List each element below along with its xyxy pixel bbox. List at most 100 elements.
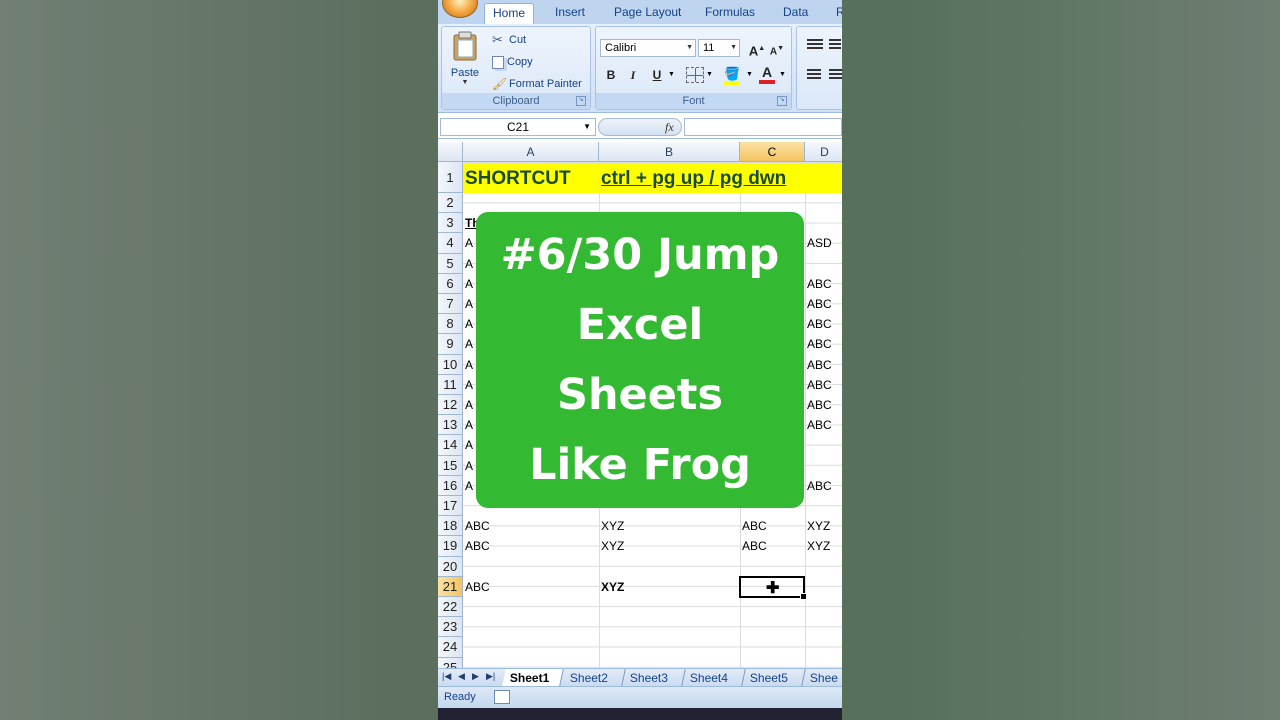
column-header-c[interactable]: C [740,142,805,162]
column-header-b[interactable]: B [599,142,740,162]
row-header-7[interactable]: 7 [438,294,463,315]
cell-a1[interactable]: SHORTCUT [465,163,571,193]
row-header-12[interactable]: 12 [438,395,463,416]
cell-d11[interactable]: ABC [805,375,832,395]
dialog-launcher-icon[interactable]: ↘ [777,96,787,106]
row-header-19[interactable]: 19 [438,536,463,557]
row-header-24[interactable]: 24 [438,637,463,658]
insert-function-icon[interactable]: fx [665,120,674,135]
row-header-21[interactable]: 21 [438,576,463,597]
name-box[interactable]: C21 ▼ [440,118,596,136]
cell-a5[interactable]: A [463,254,473,274]
row-header-25[interactable]: 25 [438,657,463,668]
row-header-5[interactable]: 5 [438,253,463,274]
align-middle-icon[interactable] [829,39,841,51]
fill-color-button[interactable]: 🪣 [724,65,744,85]
cell-a8[interactable]: A [463,314,473,334]
cell-a16[interactable]: A [463,476,473,496]
cell-b18[interactable]: XYZ [599,516,624,536]
row-header-16[interactable]: 16 [438,475,463,496]
shrink-font-button[interactable]: A▼ [766,38,788,59]
borders-button[interactable] [686,67,704,83]
cell-a18[interactable]: ABC [463,516,490,536]
cell-d7[interactable]: ABC [805,294,832,314]
cell-a14[interactable]: A [463,435,473,455]
first-sheet-icon[interactable]: |◀ [442,671,451,682]
cell-b21[interactable]: XYZ [599,577,624,597]
office-button-icon[interactable] [442,0,478,18]
align-center-icon[interactable] [829,69,842,81]
cell-d12[interactable]: ABC [805,395,832,415]
cell-a11[interactable]: A [463,375,473,395]
cell-d4[interactable]: ASD [805,233,832,253]
cell-d16[interactable]: ABC [805,476,832,496]
cell-a19[interactable]: ABC [463,536,490,556]
font-color-button[interactable]: A [758,64,776,84]
row-header-23[interactable]: 23 [438,617,463,638]
paste-button[interactable]: Paste ▼ [448,31,482,89]
row-header-9[interactable]: 9 [438,334,463,355]
cell-d18[interactable]: XYZ [805,516,830,536]
row-header-8[interactable]: 8 [438,314,463,335]
cell-d10[interactable]: ABC [805,355,832,375]
tab-insert[interactable]: Insert [547,3,593,24]
tab-data[interactable]: Data [775,3,816,24]
row-header-6[interactable]: 6 [438,273,463,294]
column-header-a[interactable]: A [463,142,599,162]
underline-button[interactable]: U [646,65,668,86]
tab-home[interactable]: Home [484,3,535,24]
sheet-tab-sheet4[interactable]: Sheet4 [682,669,746,686]
bold-button[interactable]: B [600,65,622,86]
row-header-10[interactable]: 10 [438,354,463,375]
cell-c18[interactable]: ABC [740,516,767,536]
row-header-14[interactable]: 14 [438,435,463,456]
cell-b19[interactable]: XYZ [599,536,624,556]
column-header-d[interactable]: D [805,142,842,162]
copy-button[interactable]: Copy [492,55,533,71]
row-header-1[interactable]: 1 [438,162,463,193]
cell-a6[interactable]: A [463,274,473,294]
sheet-tab-sheet2[interactable]: Sheet2 [562,669,626,686]
format-painter-button[interactable]: 🖌 Format Painter [492,77,582,93]
cell-a7[interactable]: A [463,294,473,314]
row-header-18[interactable]: 18 [438,516,463,537]
last-sheet-icon[interactable]: ▶| [486,671,495,682]
row-header-2[interactable]: 2 [438,193,463,214]
cell-a12[interactable]: A [463,395,473,415]
row-header-3[interactable]: 3 [438,213,463,234]
align-top-icon[interactable] [807,39,823,51]
cell-b1[interactable]: ctrl + pg up / pg dwn [601,163,786,193]
row-header-4[interactable]: 4 [438,233,463,254]
cell-a13[interactable]: A [463,415,473,435]
cell-a9[interactable]: A [463,334,473,354]
italic-button[interactable]: I [622,65,644,86]
row-header-11[interactable]: 11 [438,374,463,395]
cell-a15[interactable]: A [463,456,473,476]
select-all-corner[interactable] [438,142,463,162]
tab-review[interactable]: R [828,3,842,24]
tab-formulas[interactable]: Formulas [697,3,763,24]
tab-page-layout[interactable]: Page Layout [606,3,689,24]
prev-sheet-icon[interactable]: ◀ [458,671,465,682]
align-left-icon[interactable] [807,69,821,81]
cut-button[interactable]: ✂ Cut [492,33,526,49]
font-name-combo[interactable]: Calibri ▼ [600,39,696,57]
cell-d6[interactable]: ABC [805,274,832,294]
row-header-22[interactable]: 22 [438,597,463,618]
sheet-tab-sheet1[interactable]: Sheet1 [502,669,564,686]
macro-record-icon[interactable] [494,690,510,704]
row-header-17[interactable]: 17 [438,496,463,517]
row-header-13[interactable]: 13 [438,415,463,436]
grow-font-button[interactable]: A▲ [746,38,768,59]
cell-a4[interactable]: A [463,233,473,253]
cell-d19[interactable]: XYZ [805,536,830,556]
dialog-launcher-icon[interactable]: ↘ [576,96,586,106]
next-sheet-icon[interactable]: ▶ [472,671,479,682]
cell-a10[interactable]: A [463,355,473,375]
row-header-15[interactable]: 15 [438,455,463,476]
formula-input[interactable] [684,118,842,136]
sheet-tab-sheet5[interactable]: Sheet5 [742,669,806,686]
sheet-tab-sheet3[interactable]: Sheet3 [622,669,686,686]
font-size-combo[interactable]: 11 ▼ [698,39,740,57]
cell-d8[interactable]: ABC [805,314,832,334]
